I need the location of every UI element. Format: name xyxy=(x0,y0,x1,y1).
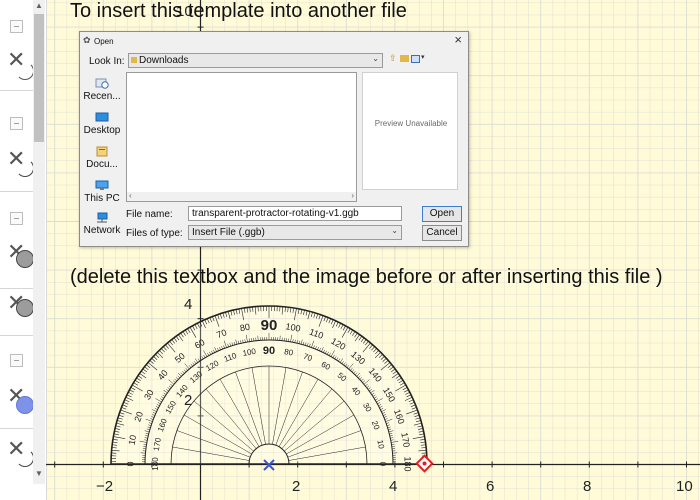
arc-shape-icon xyxy=(16,62,34,80)
scroll-down-arrow-icon[interactable]: ▼ xyxy=(35,469,43,478)
protractor-inner-label: 90 xyxy=(263,345,275,357)
app-icon: ✿ xyxy=(83,35,91,45)
computer-icon xyxy=(95,180,109,190)
scroll-left-arrow-icon[interactable]: ‹ xyxy=(129,191,132,200)
x-tick-label: 6 xyxy=(486,478,495,495)
gray-disc-icon xyxy=(16,299,34,317)
look-in-label: Look In: xyxy=(89,56,125,67)
algebra-row[interactable]: ✕ xyxy=(0,336,34,429)
visibility-toggle[interactable] xyxy=(10,212,23,225)
file-list-hscrollbar[interactable]: ‹ › xyxy=(126,191,357,202)
gray-disc-icon xyxy=(16,250,34,268)
visibility-toggle[interactable] xyxy=(10,20,23,33)
folder-icon xyxy=(131,57,137,63)
visibility-toggle[interactable] xyxy=(10,117,23,130)
new-folder-icon[interactable] xyxy=(400,55,409,62)
x-tick-label: 2 xyxy=(292,478,301,495)
algebra-row[interactable]: ✕ xyxy=(0,289,34,336)
preview-pane: Preview Unavailable xyxy=(362,72,458,190)
files-of-type-value: Insert File (.ggb) xyxy=(192,227,265,238)
desktop-icon xyxy=(95,112,109,122)
files-of-type-select[interactable]: Insert File (.ggb) ⌄ xyxy=(188,225,402,240)
files-of-type-label: Files of type: xyxy=(126,228,183,239)
place-this-pc[interactable]: This PC xyxy=(80,180,124,204)
protractor-outer-label: 180 xyxy=(403,456,413,471)
algebra-row[interactable]: ✕ xyxy=(0,91,34,192)
protractor-inner-label: 0 xyxy=(378,462,387,467)
protractor-outer-label: 90 xyxy=(261,317,278,334)
visibility-toggle[interactable] xyxy=(10,354,23,367)
file-list[interactable] xyxy=(126,72,357,202)
look-in-value: Downloads xyxy=(139,55,189,66)
algebra-row[interactable]: ✕ xyxy=(0,192,34,289)
view-menu-icon[interactable] xyxy=(411,55,420,63)
recent-items-icon xyxy=(95,78,109,89)
algebra-row[interactable]: ✕ xyxy=(0,429,34,499)
algebra-scroll-thumb[interactable] xyxy=(34,14,44,142)
protractor-inner-label: 180 xyxy=(151,457,160,471)
look-in-select[interactable]: Downloads ⌄ xyxy=(128,53,383,68)
protractor-outer-label: 10 xyxy=(127,434,139,446)
place-recent[interactable]: Recen... xyxy=(80,78,124,102)
scroll-right-arrow-icon[interactable]: › xyxy=(351,191,354,200)
x-tick-label: 4 xyxy=(389,478,398,495)
y-tick-label: 2 xyxy=(184,392,193,409)
y-tick-label: 4 xyxy=(184,296,193,313)
protractor-outer-label: 80 xyxy=(239,322,251,334)
dialog-title: Open xyxy=(94,37,114,46)
cancel-button[interactable]: Cancel xyxy=(422,225,462,241)
protractor-outer-label: 0 xyxy=(125,461,135,466)
close-icon[interactable]: × xyxy=(454,32,462,47)
place-network[interactable]: Network xyxy=(80,212,124,236)
view-chevron-icon[interactable]: ▾ xyxy=(421,53,425,61)
network-icon xyxy=(97,212,108,223)
algebra-row[interactable]: ✕ xyxy=(0,0,34,91)
open-button[interactable]: Open xyxy=(422,206,462,222)
file-name-input[interactable]: transparent-protractor-rotating-v1.ggb xyxy=(188,206,402,221)
place-desktop[interactable]: Desktop xyxy=(80,112,124,136)
preview-text: Preview Unavailable xyxy=(374,119,448,128)
file-name-label: File name: xyxy=(126,209,173,220)
arc-shape-icon xyxy=(16,159,34,177)
blue-disc-icon xyxy=(16,396,34,414)
chevron-down-icon: ⌄ xyxy=(391,226,398,235)
chevron-down-icon: ⌄ xyxy=(372,54,379,63)
x-tick-label: −2 xyxy=(96,478,114,495)
place-documents[interactable]: Docu... xyxy=(80,146,124,170)
x-tick-label: 8 xyxy=(583,478,592,495)
x-tick-label: 10 xyxy=(676,478,693,495)
documents-icon xyxy=(96,146,108,157)
scroll-up-arrow-icon[interactable]: ▲ xyxy=(35,1,43,10)
instruction-textbox[interactable]: (delete this textbox and the image befor… xyxy=(70,266,663,289)
open-file-dialog: ✿ Open × Look In: Downloads ⌄ ⇧ ▾ Recen.… xyxy=(79,31,469,247)
arc-shape-icon xyxy=(16,449,34,467)
up-folder-icon[interactable]: ⇧ xyxy=(389,53,397,64)
instruction-text-top[interactable]: To insert this template into another fil… xyxy=(70,0,407,23)
